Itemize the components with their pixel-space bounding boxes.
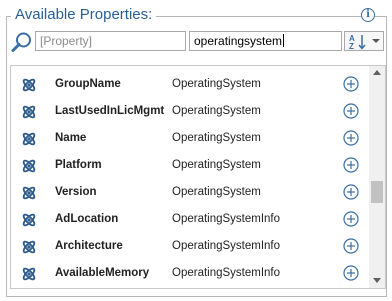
property-type: OperatingSystemInfo bbox=[172, 213, 281, 225]
scrollbar-thumb[interactable] bbox=[371, 181, 383, 203]
property-icon bbox=[22, 186, 36, 200]
add-icon[interactable] bbox=[343, 211, 359, 227]
property-icon bbox=[22, 159, 36, 173]
sort-button[interactable]: A Z bbox=[344, 31, 384, 51]
property-row[interactable]: LastUsedInLicMgmt OperatingSystem bbox=[11, 98, 369, 125]
property-row[interactable]: AdLocation OperatingSystemInfo bbox=[11, 206, 369, 233]
property-name: AdLocation bbox=[55, 213, 119, 225]
property-icon bbox=[22, 132, 36, 146]
type-filter-input[interactable]: operatingsystem bbox=[189, 31, 342, 51]
info-icon[interactable]: i bbox=[361, 8, 375, 22]
scroll-down-arrow[interactable] bbox=[373, 278, 381, 283]
property-row[interactable]: Version OperatingSystem bbox=[11, 179, 369, 206]
scroll-up-arrow[interactable] bbox=[373, 70, 381, 75]
chevron-down-icon[interactable] bbox=[372, 39, 380, 43]
search-icon[interactable] bbox=[11, 31, 33, 53]
add-icon[interactable] bbox=[343, 184, 359, 200]
property-filter-input[interactable]: [Property] bbox=[35, 31, 186, 51]
sort-az-icon: A Z bbox=[349, 34, 366, 50]
add-icon[interactable] bbox=[343, 103, 359, 119]
add-icon[interactable] bbox=[343, 76, 359, 92]
add-icon[interactable] bbox=[343, 130, 359, 146]
property-icon bbox=[22, 240, 36, 254]
property-name: GroupName bbox=[55, 78, 121, 90]
vertical-scrollbar[interactable] bbox=[369, 66, 385, 288]
property-name: Version bbox=[55, 186, 97, 198]
property-name: Name bbox=[55, 132, 87, 144]
property-type: OperatingSystemInfo bbox=[172, 240, 281, 252]
add-icon[interactable] bbox=[343, 157, 359, 173]
property-name: Platform bbox=[55, 159, 102, 171]
property-type: OperatingSystemInfo bbox=[172, 267, 281, 279]
add-icon[interactable] bbox=[343, 238, 359, 254]
svg-text:Z: Z bbox=[349, 42, 354, 50]
property-row[interactable]: Name OperatingSystem bbox=[11, 125, 369, 152]
property-type: OperatingSystem bbox=[172, 186, 261, 198]
property-row[interactable]: Platform OperatingSystem bbox=[11, 152, 369, 179]
property-icon bbox=[22, 267, 36, 281]
property-row[interactable]: AvailableMemory OperatingSystemInfo bbox=[11, 260, 369, 287]
type-filter-value: operatingsystem bbox=[194, 34, 283, 48]
properties-list: GroupName OperatingSystem LastUsedInLicMgm… bbox=[10, 65, 386, 289]
panel-title: Available Properties: bbox=[11, 5, 157, 25]
property-type: OperatingSystem bbox=[172, 132, 261, 144]
property-type: OperatingSystem bbox=[172, 159, 261, 171]
add-icon[interactable] bbox=[343, 265, 359, 281]
property-icon bbox=[22, 213, 36, 227]
property-row[interactable]: GroupName OperatingSystem bbox=[11, 71, 369, 98]
property-row[interactable]: Architecture OperatingSystemInfo bbox=[11, 233, 369, 260]
property-icon bbox=[22, 105, 36, 119]
property-type: OperatingSystem bbox=[172, 105, 261, 117]
property-type: OperatingSystem bbox=[172, 78, 261, 90]
property-icon bbox=[22, 78, 36, 92]
text-caret bbox=[283, 34, 285, 47]
property-name: AvailableMemory bbox=[55, 267, 150, 279]
property-name: Architecture bbox=[55, 240, 123, 252]
property-name: LastUsedInLicMgmt bbox=[55, 105, 165, 117]
